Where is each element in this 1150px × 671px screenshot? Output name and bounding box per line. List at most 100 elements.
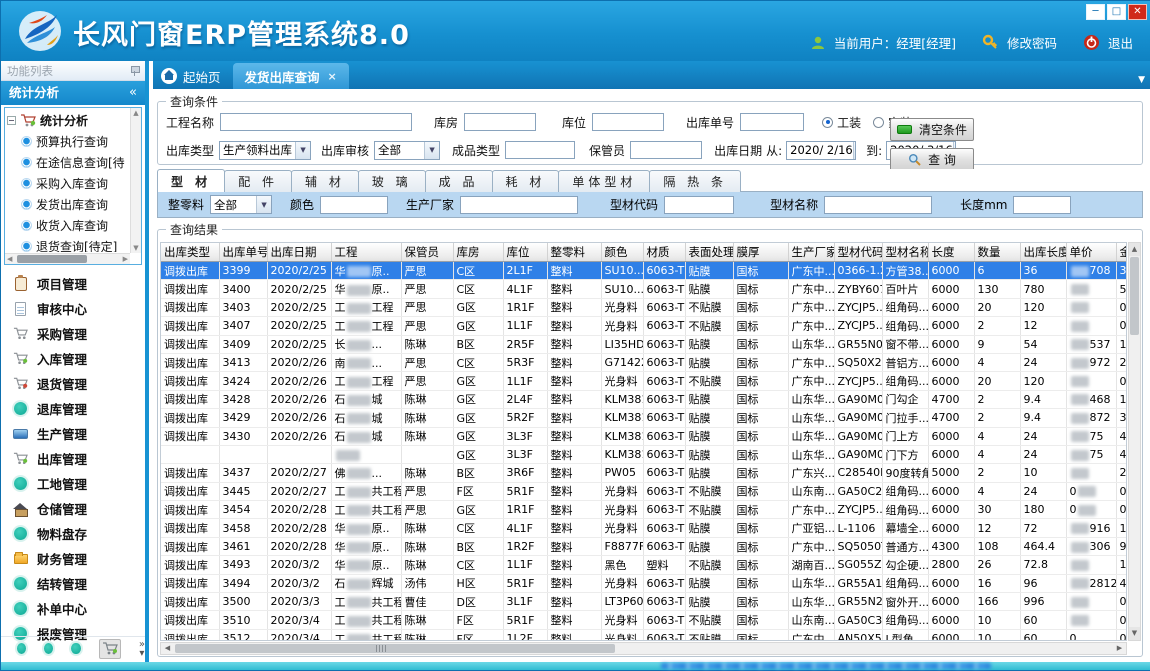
scroll-down-icon[interactable]: ▼ (1129, 627, 1140, 640)
sidebar-module-仓储管理[interactable]: 仓储管理 (1, 496, 145, 521)
tree-horizontal-scrollbar[interactable]: ◀ ▶ (5, 253, 130, 264)
column-header-保管员[interactable]: 保管员 (401, 243, 453, 262)
scroll-left-icon[interactable]: ◀ (161, 643, 174, 654)
scroll-up-icon[interactable]: ▲ (1129, 243, 1140, 256)
location-input[interactable] (592, 113, 664, 131)
module-dot-icon[interactable] (71, 643, 80, 654)
column-header-出库单号[interactable]: 出库单号 (219, 243, 267, 262)
table-row[interactable]: 调拨出库34072020/2/25工工程严思G区1L1F整料光身料6063-T5… (161, 317, 1127, 335)
table-row[interactable]: 调拨出库34542020/2/28工共工程严思G区1R1F整料光身料6063-T… (161, 501, 1127, 519)
change-password-link[interactable]: 修改密码 (1007, 33, 1057, 52)
table-row[interactable]: 调拨出库35122020/3/4工共工程陈琳F区1L2F整料光身料6063-T5… (161, 629, 1127, 641)
column-header-型材名称[interactable]: 型材名称 (882, 243, 928, 262)
column-header-整零料[interactable]: 整零料 (547, 243, 601, 262)
column-header-出库日期[interactable]: 出库日期 (267, 243, 331, 262)
sidebar-module-入库管理[interactable]: 入库管理 (1, 346, 145, 371)
tree-vertical-scrollbar[interactable]: ▲ ▼ (130, 108, 141, 253)
radio-gongzhuang[interactable] (822, 117, 833, 128)
profile-code-input[interactable] (664, 196, 734, 214)
material-tab-单体型材[interactable]: 单体型材 (558, 170, 650, 192)
search-button[interactable]: 查 询 (890, 148, 974, 171)
sidebar-module-结转管理[interactable]: 结转管理 (1, 571, 145, 596)
audit-select[interactable]: 全部▼ (374, 141, 440, 160)
material-tab-配件[interactable]: 配 件 (224, 170, 292, 192)
material-tab-玻璃[interactable]: 玻 璃 (358, 170, 426, 192)
column-header-颜色[interactable]: 颜色 (601, 243, 643, 262)
column-header-工程[interactable]: 工程 (331, 243, 401, 262)
date-from-picker[interactable]: 2020/ 2/16▼ (786, 141, 856, 160)
whole-part-select[interactable]: 全部▼ (210, 195, 272, 214)
table-row[interactable]: 调拨出库34372020/2/27佛...陈琳B区3R6F整料PW056063-… (161, 464, 1127, 482)
tree-item-预算执行查询[interactable]: 预算执行查询 (7, 131, 129, 152)
material-tab-辅材[interactable]: 辅 材 (291, 170, 359, 192)
table-row[interactable]: 调拨出库33992020/2/25华原..严思C区2L1F整料SU10...60… (161, 262, 1127, 280)
project-name-input[interactable] (220, 113, 412, 131)
column-header-膜厚[interactable]: 膜厚 (733, 243, 788, 262)
table-row[interactable]: 调拨出库34282020/2/26石城陈琳G区2L4F整料KLM38176063… (161, 390, 1127, 408)
sidebar-module-退库管理[interactable]: 退库管理 (1, 396, 145, 421)
scroll-up-icon[interactable]: ▲ (131, 109, 141, 117)
tree-item-发货出库查询[interactable]: 发货出库查询 (7, 194, 129, 215)
more-modules-button[interactable]: »▾ (139, 640, 145, 658)
minimize-button[interactable]: ─ (1086, 4, 1105, 20)
column-header-长度[interactable]: 长度 (928, 243, 974, 262)
sidebar-module-采购管理[interactable]: 采购管理 (1, 321, 145, 346)
scroll-left-icon[interactable]: ◀ (7, 254, 12, 265)
sidebar-module-财务管理[interactable]: 财务管理 (1, 546, 145, 571)
table-row[interactable]: 调拨出库34302020/2/26石城陈琳G区3L3F整料KLM38176063… (161, 427, 1127, 445)
sidebar-module-出库管理[interactable]: 出库管理 (1, 446, 145, 471)
tree-item-收货入库查询[interactable]: 收货入库查询 (7, 215, 129, 236)
column-header-库房[interactable]: 库房 (453, 243, 503, 262)
sidebar-section-header[interactable]: 统计分析 « (1, 81, 145, 105)
close-button[interactable]: ✕ (1128, 4, 1147, 20)
table-row[interactable]: 调拨出库34002020/2/25华原..严思C区4L1F整料SU10...60… (161, 280, 1127, 298)
tree-root-item[interactable]: 统计分析 (7, 110, 129, 131)
tab-list-dropdown-icon[interactable]: ▼ (1138, 75, 1145, 85)
column-header-出库类型[interactable]: 出库类型 (161, 243, 219, 262)
table-row[interactable]: 调拨出库34132020/2/26南...严思C区5R3F整料G71422606… (161, 353, 1127, 371)
module-dot-icon[interactable] (44, 643, 53, 654)
scrollbar-thumb[interactable] (175, 644, 615, 653)
tree-item-在途信息查询待[interactable]: 在途信息查询[待 (7, 152, 129, 173)
sidebar-module-生产管理[interactable]: 生产管理 (1, 421, 145, 446)
tree-item-退货查询待定[interactable]: 退货查询[待定] (7, 236, 129, 252)
product-type-input[interactable] (505, 141, 575, 159)
sidebar-module-项目管理[interactable]: 项目管理 (1, 271, 145, 296)
tab-home[interactable]: 起始页 (153, 63, 233, 89)
outbound-type-select[interactable]: 生产领料出库▼ (219, 141, 311, 160)
table-row[interactable]: 调拨出库34452020/2/27工共工程严思F区5R1F整料光身料6063-T… (161, 482, 1127, 500)
column-header-型材代码[interactable]: 型材代码 (834, 243, 882, 262)
column-header-数量[interactable]: 数量 (974, 243, 1020, 262)
column-header-金[interactable]: 金 (1116, 243, 1127, 262)
scroll-down-icon[interactable]: ▼ (131, 244, 141, 252)
table-row[interactable]: 调拨出库34582020/2/28华原..陈琳C区4L1F整料光身料6063-T… (161, 519, 1127, 537)
table-row[interactable]: 调拨出库34612020/2/28华原..陈琳B区1R2F整料F8877FT60… (161, 537, 1127, 555)
column-header-材质[interactable]: 材质 (643, 243, 685, 262)
table-row[interactable]: 调拨出库34932020/3/2华原..陈琳C区1L1F整料黑色塑料不贴膜国标湖… (161, 556, 1127, 574)
material-tab-耗材[interactable]: 耗 材 (492, 170, 560, 192)
table-row[interactable]: 调拨出库34242020/2/26工工程严思G区1L1F整料光身料6063-T5… (161, 372, 1127, 390)
table-row[interactable]: 调拨出库35102020/3/4工共工程陈琳F区5R1F整料光身料6063-T5… (161, 611, 1127, 629)
table-row[interactable]: 调拨出库35002020/3/3工共工程曹佳D区3L1F整料LT3P606063… (161, 593, 1127, 611)
table-row[interactable]: 调拨出库34032020/2/25工工程严思G区1R1F整料光身料6063-T5… (161, 298, 1127, 316)
module-dot-icon[interactable] (17, 643, 26, 654)
column-header-生产厂家[interactable]: 生产厂家 (788, 243, 834, 262)
table-row[interactable]: G区3L3F整料KLM38176063-T5贴膜国标山东华...GA90M09.… (161, 445, 1127, 463)
column-header-库位[interactable]: 库位 (503, 243, 547, 262)
sidebar-module-工地管理[interactable]: 工地管理 (1, 471, 145, 496)
radio-jiazhuang[interactable] (873, 117, 884, 128)
collapse-icon[interactable]: « (129, 81, 137, 105)
cart-module-button[interactable] (99, 639, 121, 659)
tree-expander-icon[interactable] (7, 116, 16, 125)
profile-name-input[interactable] (824, 196, 932, 214)
tab-close-icon[interactable]: × (328, 70, 337, 83)
maximize-button[interactable]: □ (1107, 4, 1126, 20)
color-input[interactable] (320, 196, 388, 214)
keeper-input[interactable] (630, 141, 702, 159)
sidebar-module-审核中心[interactable]: 审核中心 (1, 296, 145, 321)
order-no-input[interactable] (740, 113, 804, 131)
pin-icon[interactable] (130, 65, 139, 76)
length-input[interactable] (1013, 196, 1071, 214)
material-tab-成品[interactable]: 成 品 (425, 170, 493, 192)
material-tab-型材[interactable]: 型 材 (157, 169, 225, 192)
